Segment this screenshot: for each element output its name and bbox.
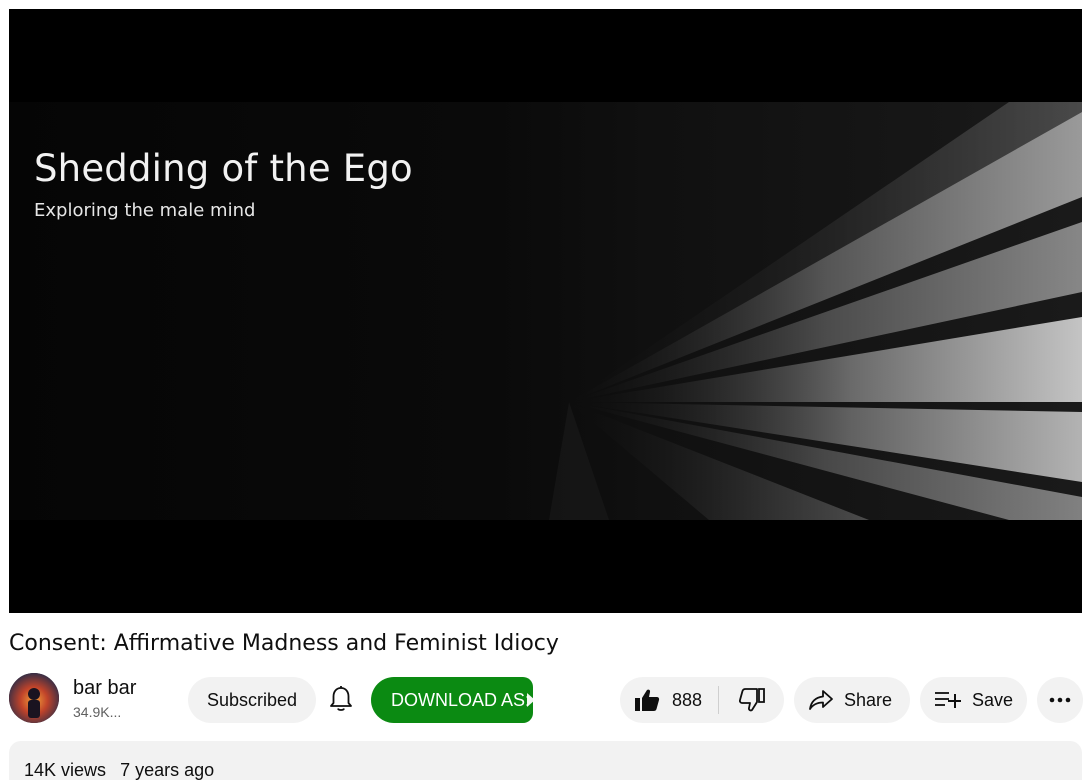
bell-icon[interactable]	[328, 685, 354, 713]
avatar-image	[9, 673, 59, 723]
like-count: 888	[672, 689, 703, 710]
more-actions-button[interactable]	[1037, 677, 1083, 723]
video-thumbnail[interactable]: Shedding of the Ego Exploring the male m…	[9, 102, 1082, 520]
subscribed-button[interactable]: Subscribed	[188, 677, 316, 723]
save-label: Save	[972, 689, 1014, 710]
thumbnail-subtitle: Exploring the male mind	[34, 200, 256, 221]
thumbs-up-icon	[635, 689, 660, 711]
upload-age: 7 years ago	[120, 760, 215, 780]
thumbnail-title: Shedding of the Ego	[34, 147, 413, 190]
description-box[interactable]: 14K views 7 years ago	[9, 741, 1082, 780]
channel-avatar[interactable]	[9, 673, 59, 723]
share-icon	[809, 690, 833, 710]
download-button[interactable]: DOWNLOAD AS:	[371, 677, 535, 723]
subscribed-label: Subscribed	[206, 689, 298, 710]
save-button[interactable]: Save	[920, 677, 1027, 723]
dislike-button[interactable]	[719, 677, 784, 723]
video-title: Consent: Affirmative Madness and Feminis…	[9, 631, 559, 656]
add-to-playlist-icon	[935, 692, 961, 708]
channel-name[interactable]: bar bar	[73, 677, 136, 700]
share-button[interactable]: Share	[794, 677, 910, 723]
like-button[interactable]: 888	[620, 677, 718, 723]
subscriber-count: 34.9K...	[73, 704, 122, 720]
video-meta: 14K views 7 years ago	[24, 760, 214, 780]
view-count: 14K views	[24, 760, 107, 780]
more-horizontal-icon	[1049, 697, 1071, 703]
download-label: DOWNLOAD AS:	[391, 689, 531, 710]
like-dislike-bar: 888	[620, 677, 784, 723]
video-player[interactable]: Shedding of the Ego Exploring the male m…	[9, 9, 1082, 613]
dropdown-arrow-icon	[527, 693, 535, 707]
thumbs-down-icon	[738, 688, 765, 712]
share-label: Share	[844, 689, 893, 710]
